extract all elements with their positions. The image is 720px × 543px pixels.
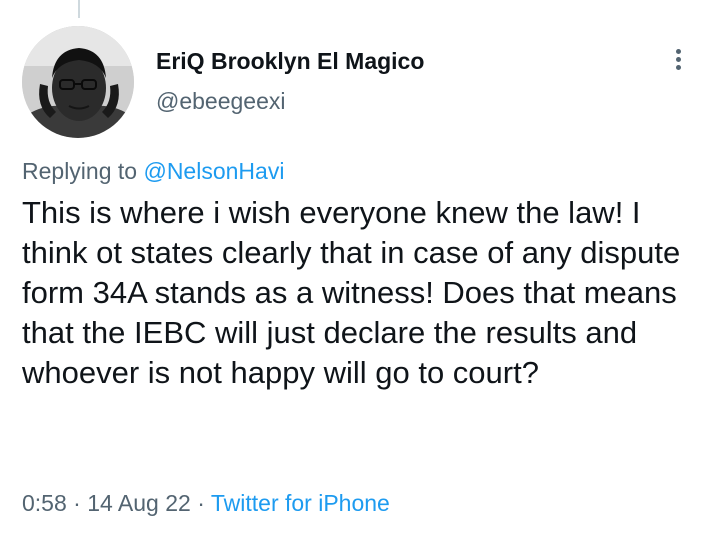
tweet-header: EriQ Brooklyn El Magico @ebeegeexi (22, 26, 702, 138)
avatar-photo (22, 26, 134, 138)
meta-separator: · (73, 490, 81, 516)
tweet-date[interactable]: 14 Aug 22 (87, 490, 191, 516)
tweet-time[interactable]: 0:58 (22, 490, 67, 516)
author-display-name[interactable]: EriQ Brooklyn El Magico (156, 46, 424, 76)
replying-prefix: Replying to (22, 158, 138, 184)
more-dot (675, 57, 681, 62)
more-dot (675, 65, 681, 70)
tweet-text: This is where i wish everyone knew the l… (22, 195, 681, 390)
author-names: EriQ Brooklyn El Magico @ebeegeexi (156, 46, 424, 116)
more-dot (675, 49, 681, 54)
tweet-metadata: 0:58 · 14 Aug 22 · Twitter for iPhone (22, 488, 390, 518)
replying-to-line: Replying to @NelsonHavi (22, 156, 284, 186)
tweet-source-link[interactable]: Twitter for iPhone (211, 490, 390, 516)
replying-to-link[interactable]: @NelsonHavi (143, 158, 284, 184)
meta-separator: · (197, 490, 205, 516)
author-handle[interactable]: @ebeegeexi (156, 86, 424, 116)
avatar[interactable] (22, 26, 134, 138)
more-vertical-icon[interactable] (668, 46, 688, 76)
thread-connector-line (78, 0, 80, 18)
